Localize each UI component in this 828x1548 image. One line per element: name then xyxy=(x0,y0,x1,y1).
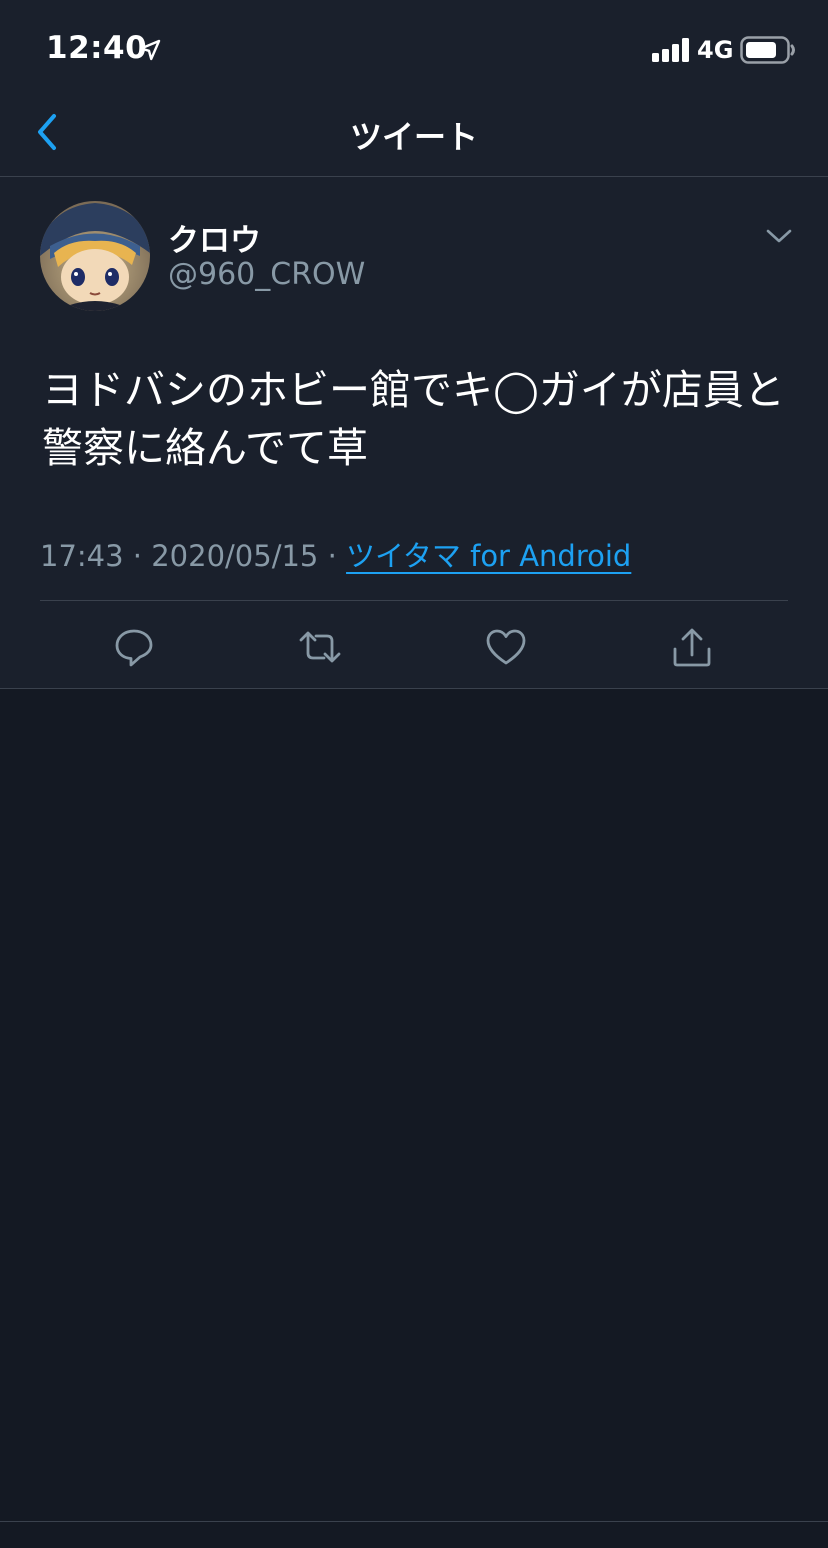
avatar[interactable] xyxy=(40,201,150,311)
location-arrow-icon xyxy=(138,38,162,66)
retweet-icon xyxy=(299,631,341,663)
share-button[interactable] xyxy=(670,625,714,669)
reply-icon xyxy=(115,629,153,667)
chevron-down-icon xyxy=(766,229,792,243)
tweet-detail: クロウ @960_CROW ヨドバシのホビー館でキ◯ガイが店員と警察に絡んでて草… xyxy=(0,177,828,689)
bottom-divider xyxy=(0,1521,828,1522)
divider xyxy=(40,600,788,601)
tweet-menu-button[interactable] xyxy=(764,221,794,251)
reply-button[interactable] xyxy=(112,625,156,669)
tweet-text: ヨドバシのホビー館でキ◯ガイが店員と警察に絡んでて草 xyxy=(42,366,785,472)
like-icon xyxy=(486,629,526,665)
meta-separator: · xyxy=(123,539,152,573)
tweet-time: 17:43 xyxy=(40,539,124,573)
share-icon xyxy=(673,628,711,667)
nav-header: ツイート xyxy=(0,96,828,177)
signal-bars-icon xyxy=(652,38,690,66)
like-button[interactable] xyxy=(484,625,528,669)
battery-icon xyxy=(740,36,796,68)
display-name[interactable]: クロウ xyxy=(168,215,261,260)
meta-separator: · xyxy=(318,539,347,573)
tweet-meta: 17:43 · 2020/05/15 · ツイタマ for Android xyxy=(40,533,631,575)
tweet-source-link[interactable]: ツイタマ for Android xyxy=(346,539,631,573)
username[interactable]: @960_CROW xyxy=(168,257,365,292)
page-title: ツイート xyxy=(349,118,478,156)
retweet-button[interactable] xyxy=(298,625,342,669)
network-label: 4G xyxy=(697,36,734,64)
status-time: 12:40 xyxy=(46,30,148,66)
tweet-date: 2020/05/15 xyxy=(151,539,319,573)
status-bar: 12:40 4G xyxy=(0,0,828,96)
app-screen: 12:40 4G ツイート クロウ @960_CROW ヨドバシのホビー館でキ◯… xyxy=(0,0,828,1548)
